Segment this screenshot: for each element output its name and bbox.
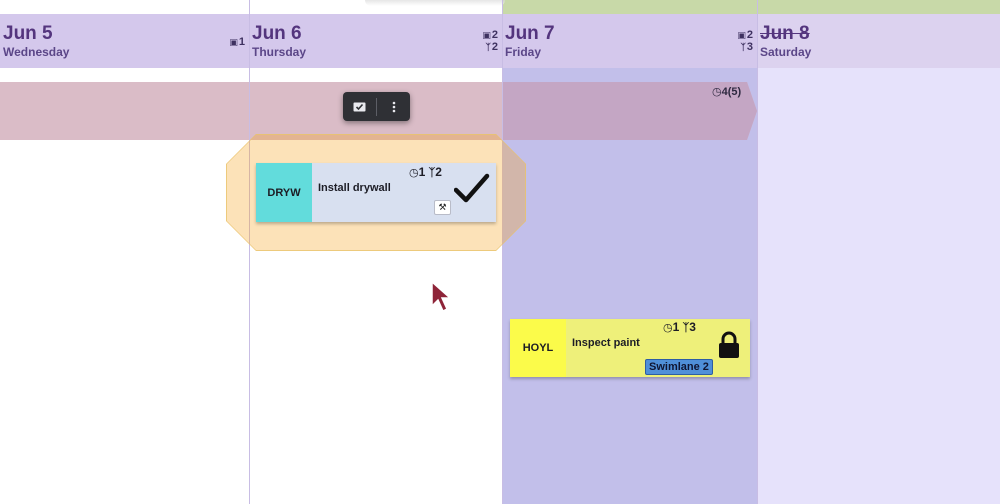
day-header-jun8[interactable]: Jun 8 Saturday [757, 14, 1000, 68]
top-green-band [502, 0, 1000, 14]
more-vertical-icon [392, 101, 395, 112]
clock-icon: ◷ [712, 86, 722, 98]
day-header-jun7[interactable]: Jun 7 Friday ▣2 ᛉ3 [502, 14, 757, 68]
task-card-install-drywall[interactable]: DRYW Install drywall ◷1 ᛉ2 ⚒ [256, 163, 496, 222]
day-title: Jun 8 [760, 23, 810, 44]
task-title: Install drywall [318, 182, 391, 194]
task-stat-workers: 2 [435, 165, 442, 179]
day-stats: ▣2 ᛉ3 [737, 29, 753, 53]
task-code: DRYW [256, 163, 312, 222]
day-stat-workers: 3 [746, 41, 753, 53]
day-column-saturday[interactable] [757, 68, 1000, 504]
day-title: Jun 7 [505, 23, 555, 44]
briefcase-icon: ▣ [737, 30, 746, 40]
mouse-cursor-icon [431, 280, 452, 313]
task-stats: ◷1 ᛉ2 [409, 165, 442, 179]
day-stat-tasks: 2 [491, 29, 498, 41]
day-stat-tasks: 2 [746, 29, 753, 41]
task-card-inspect-paint[interactable]: HOYL Inspect paint ◷1 ᛉ3 Swimlane 2 [510, 319, 750, 377]
band-count-label: 4(5) [721, 86, 742, 98]
task-code: HOYL [510, 319, 566, 377]
tool-icon[interactable]: ⚒ [434, 200, 451, 215]
day-stat-tasks: 1 [238, 36, 245, 48]
task-stats: ◷1 ᛉ3 [663, 320, 696, 334]
workers-icon: ᛉ [740, 42, 746, 52]
briefcase-icon: ▣ [482, 30, 491, 40]
day-stat-workers: 2 [491, 41, 498, 53]
floating-toolbar [343, 92, 410, 121]
day-weekday: Friday [505, 45, 542, 59]
task-title: Inspect paint [572, 337, 640, 349]
column-divider [757, 0, 758, 504]
checkbox-icon [353, 102, 366, 112]
toolbar-checkbox-button[interactable] [343, 92, 376, 121]
day-header-jun6[interactable]: Jun 6 Thursday ▣2 ᛉ2 [249, 14, 502, 68]
clock-icon: ◷ [663, 322, 673, 334]
lock-icon [719, 331, 739, 358]
day-header-jun5[interactable]: Jun 5 Wednesday ▣1 [0, 14, 249, 68]
check-icon [454, 173, 490, 203]
swimlane-badge[interactable]: Swimlane 2 [645, 359, 713, 375]
task-body: Inspect paint ◷1 ᛉ3 Swimlane 2 [566, 319, 750, 377]
task-stat-duration: 1 [418, 165, 426, 179]
day-weekday: Wednesday [3, 45, 70, 59]
task-stat-duration: 1 [672, 320, 680, 334]
day-title: Jun 6 [252, 23, 302, 44]
workers-icon: ᛉ [485, 42, 491, 52]
day-stats: ▣1 [229, 36, 245, 48]
column-divider [502, 0, 503, 504]
toolbar-more-button[interactable] [377, 92, 410, 121]
band-count: ◷4(5) [712, 85, 741, 98]
task-body: Install drywall ◷1 ᛉ2 ⚒ [312, 163, 496, 222]
day-title: Jun 5 [3, 23, 53, 44]
column-divider [249, 0, 250, 504]
task-stat-workers: 3 [689, 320, 696, 334]
day-weekday: Saturday [760, 45, 812, 59]
day-weekday: Thursday [252, 45, 307, 59]
top-popover-shadow [365, 0, 505, 6]
briefcase-icon: ▣ [229, 37, 238, 47]
clock-icon: ◷ [409, 167, 419, 179]
day-stats: ▣2 ᛉ2 [482, 29, 498, 53]
